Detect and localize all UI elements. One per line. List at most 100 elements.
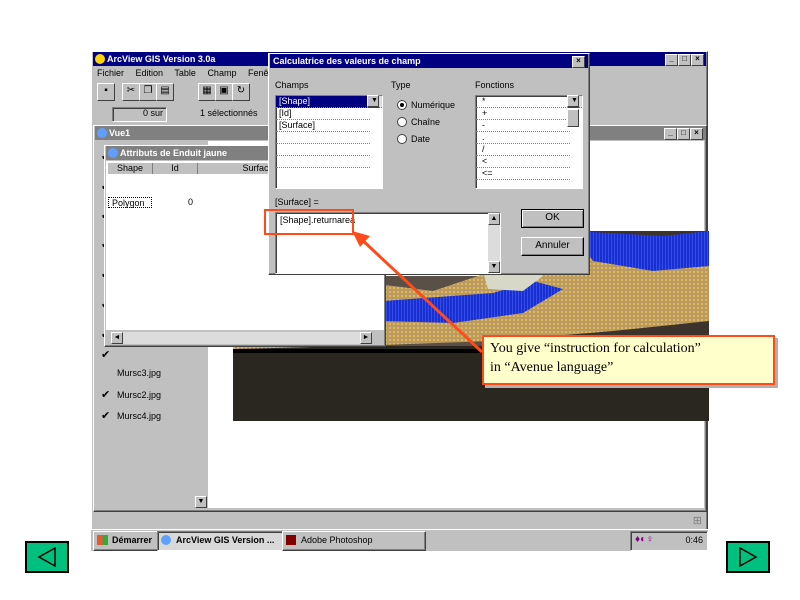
arcview-title: ArcView GIS Version 3.0a bbox=[107, 54, 216, 64]
type-label: Type bbox=[391, 80, 411, 90]
hscroll-right-icon[interactable]: ► bbox=[360, 332, 372, 344]
field-item-empty bbox=[276, 144, 370, 156]
clock: 0:46 bbox=[685, 535, 703, 545]
copy-icon[interactable]: ❐ bbox=[139, 83, 157, 101]
column-id[interactable]: Id bbox=[153, 163, 198, 174]
function-item[interactable]: + bbox=[476, 108, 570, 120]
radio-numerique[interactable] bbox=[397, 100, 407, 110]
fields-list[interactable]: [Shape] [Id] [Surface] ▲ ▼ bbox=[275, 95, 383, 189]
function-item[interactable]: - bbox=[476, 120, 570, 132]
functions-scrollbar[interactable]: ▲ ▼ bbox=[567, 95, 582, 127]
taskbar-task-photoshop-label: Adobe Photoshop bbox=[301, 535, 373, 545]
theme-label-mursc3[interactable]: Mursc3.jpg bbox=[117, 368, 161, 378]
left-triangle-icon bbox=[37, 546, 56, 568]
paste-icon[interactable]: ▤ bbox=[156, 83, 174, 101]
menu-bar: Fichier Edition Table Champ Fenêtre bbox=[97, 67, 288, 80]
windows-logo-icon bbox=[97, 535, 108, 545]
taskbar-task-arcview[interactable]: ArcView GIS Version ... bbox=[157, 531, 299, 551]
attributes-hscrollbar[interactable]: ◄ ► bbox=[111, 332, 372, 344]
cancel-button[interactable]: Annuler bbox=[521, 237, 584, 256]
menu-table[interactable]: Table bbox=[174, 68, 196, 78]
functions-scroll-thumb[interactable] bbox=[567, 109, 579, 127]
vue-close-icon[interactable]: × bbox=[690, 128, 703, 140]
taskbar-task-photoshop[interactable]: Adobe Photoshop bbox=[282, 531, 426, 551]
menu-champ[interactable]: Champ bbox=[207, 68, 236, 78]
function-item[interactable]: < bbox=[476, 156, 570, 168]
minimize-icon[interactable]: _ bbox=[665, 54, 678, 66]
theme-checkbox-9[interactable]: ✔ bbox=[101, 389, 113, 401]
expression-label: [Surface] = bbox=[275, 197, 319, 207]
expression-highlight-box bbox=[264, 209, 354, 235]
maximize-icon[interactable]: □ bbox=[678, 54, 691, 66]
refresh-icon[interactable]: ↻ bbox=[232, 83, 250, 101]
field-item-empty bbox=[276, 156, 370, 168]
menu-fichier[interactable]: Fichier bbox=[97, 68, 124, 78]
start-label: Démarrer bbox=[112, 535, 153, 545]
radio-date[interactable] bbox=[397, 134, 407, 144]
status-bar: ⊞ bbox=[93, 510, 706, 529]
column-shape[interactable]: Shape bbox=[108, 163, 153, 174]
function-item[interactable]: <= bbox=[476, 168, 570, 180]
table-icon[interactable]: ▦ bbox=[198, 83, 216, 101]
vue-minimize-icon[interactable]: _ bbox=[664, 128, 677, 140]
theme-checkbox-10[interactable]: ✔ bbox=[101, 410, 113, 422]
field-item-empty bbox=[276, 132, 370, 144]
field-calculator-dialog: Calculatrice des valeurs de champ × Cham… bbox=[264, 53, 590, 275]
taskbar-task-arcview-label: ArcView GIS Version ... bbox=[176, 535, 275, 545]
cancel-button-label: Annuler bbox=[535, 240, 570, 251]
callout-line-1: You give “instruction for calculation” bbox=[490, 341, 701, 356]
tray-icons[interactable]: ♦◐♀ bbox=[635, 532, 654, 548]
radio-numerique-label[interactable]: Numérique bbox=[411, 100, 455, 110]
radio-chaine-label[interactable]: Chaîne bbox=[411, 117, 440, 127]
dialog-title: Calculatrice des valeurs de champ bbox=[273, 56, 421, 66]
theme-label-mursc4[interactable]: Mursc4.jpg bbox=[117, 411, 161, 421]
ok-button-label: OK bbox=[545, 212, 560, 223]
photoshop-task-icon bbox=[286, 535, 296, 545]
dialog-titlebar[interactable]: Calculatrice des valeurs de champ × bbox=[270, 54, 588, 68]
callout-box: You give “instruction for calculation” i… bbox=[482, 335, 775, 385]
functions-scroll-down-icon[interactable]: ▼ bbox=[567, 95, 579, 107]
save-icon[interactable]: ▪ bbox=[97, 83, 115, 101]
right-triangle-icon bbox=[739, 546, 758, 568]
function-item[interactable]: * bbox=[476, 96, 570, 108]
attributes-title: Attributs de Enduit jaune bbox=[120, 148, 227, 158]
radio-date-label[interactable]: Date bbox=[411, 134, 430, 144]
theme-checkbox-8[interactable]: ✔ bbox=[101, 349, 113, 361]
select-all-icon[interactable]: ▣ bbox=[215, 83, 233, 101]
next-slide-button[interactable] bbox=[726, 541, 770, 573]
field-item-shape[interactable]: [Shape] bbox=[276, 96, 370, 108]
dialog-close-icon[interactable]: × bbox=[572, 56, 585, 68]
function-item[interactable]: / bbox=[476, 144, 570, 156]
callout-line-2: in “Avenue language” bbox=[490, 360, 614, 375]
toc-scroll-down-icon[interactable]: ▼ bbox=[195, 496, 207, 508]
arcview-task-icon bbox=[161, 535, 171, 545]
selection-count: 0 sur bbox=[112, 107, 167, 122]
resize-grip-icon[interactable]: ⊞ bbox=[693, 514, 702, 527]
radio-chaine[interactable] bbox=[397, 117, 407, 127]
arcview-icon bbox=[95, 54, 105, 64]
close-icon[interactable]: × bbox=[691, 54, 704, 66]
expression-scroll-down-icon[interactable]: ▼ bbox=[488, 261, 500, 273]
field-item-surface[interactable]: [Surface] bbox=[276, 120, 370, 132]
field-item-id[interactable]: [Id] bbox=[276, 108, 370, 120]
attributes-table-icon bbox=[108, 148, 118, 158]
menu-edition[interactable]: Edition bbox=[136, 68, 164, 78]
vue-title: Vue1 bbox=[109, 128, 131, 138]
function-item[interactable]: . bbox=[476, 132, 570, 144]
expression-scroll-up-icon[interactable]: ▲ bbox=[488, 213, 500, 225]
functions-list[interactable]: * + - . / < <= ▲ ▼ bbox=[475, 95, 583, 189]
vue-maximize-icon[interactable]: □ bbox=[677, 128, 690, 140]
fields-scrollbar[interactable]: ▲ ▼ bbox=[367, 95, 382, 108]
fields-scroll-down-icon[interactable]: ▼ bbox=[367, 95, 379, 107]
cut-icon[interactable]: ✂ bbox=[122, 83, 140, 101]
functions-label: Fonctions bbox=[475, 80, 515, 90]
vue-icon bbox=[97, 128, 107, 138]
selection-label: 1 sélectionnés bbox=[200, 108, 258, 118]
cell-id: 0 bbox=[187, 197, 193, 207]
fields-label: Champs bbox=[275, 80, 309, 90]
prev-slide-button[interactable] bbox=[25, 541, 69, 573]
ok-button[interactable]: OK bbox=[521, 209, 584, 228]
expression-scrollbar[interactable]: ▲ ▼ bbox=[488, 213, 500, 273]
hscroll-left-icon[interactable]: ◄ bbox=[111, 332, 123, 344]
theme-label-mursc2[interactable]: Mursc2.jpg bbox=[117, 390, 161, 400]
